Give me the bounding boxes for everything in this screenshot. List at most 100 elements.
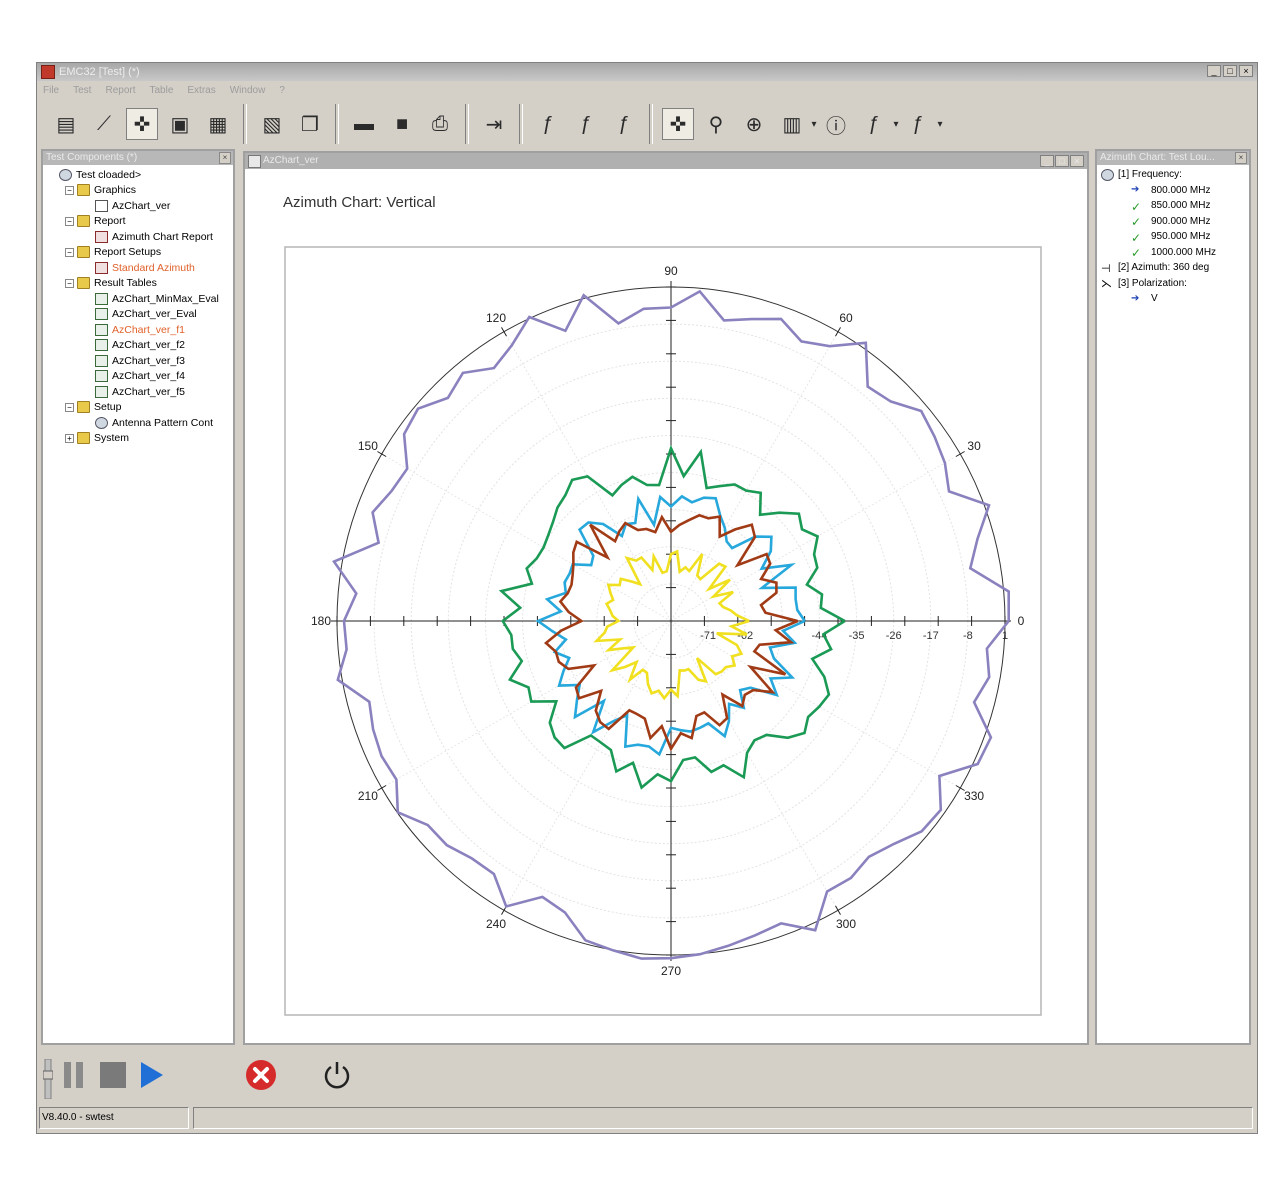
angle-label: 150 — [358, 439, 378, 453]
abort-button[interactable] — [243, 1057, 279, 1093]
parameter-item[interactable]: ⊣ [2] Azimuth: 360 deg — [1099, 260, 1249, 276]
tree-item[interactable]: − Graphics — [45, 183, 233, 199]
angle-label: 0 — [1018, 614, 1025, 628]
table-icon — [95, 370, 108, 383]
chart-window-header: AzChart_ver _ □ × — [245, 153, 1087, 169]
close-button[interactable]: × — [1239, 65, 1253, 77]
tree-item[interactable]: − Report — [45, 214, 233, 230]
pause-button[interactable] — [61, 1057, 87, 1093]
measure-f5-icon[interactable]: ƒ — [902, 108, 934, 140]
tree-item[interactable]: Standard Azimuth — [45, 260, 233, 276]
tree-item-label: Setup — [94, 401, 122, 414]
minimize-button[interactable]: _ — [1207, 65, 1221, 77]
parameter-item[interactable]: ✓ 900.000 MHz — [1099, 214, 1249, 229]
tree-item-label: 850.000 MHz — [1151, 200, 1211, 212]
dropdown3-icon[interactable]: ▾ — [935, 108, 945, 140]
tree-item[interactable]: AzChart_ver_f3 — [45, 353, 233, 369]
dropdown2-icon[interactable]: ▾ — [891, 108, 901, 140]
tree-item[interactable]: AzChart_ver_Eval — [45, 307, 233, 323]
tree-item-label: 1000.000 MHz — [1151, 246, 1217, 258]
menu-report[interactable]: Report — [105, 85, 135, 96]
tree-item[interactable]: Azimuth Chart Report — [45, 229, 233, 245]
tree-item[interactable]: AzChart_ver_f4 — [45, 369, 233, 385]
panel-close-button[interactable]: × — [1235, 152, 1247, 164]
tree-item-label: V — [1151, 293, 1158, 305]
expand-toggle[interactable]: − — [65, 278, 74, 288]
antenna-setup-icon[interactable]: ✜ — [126, 108, 158, 140]
parameter-tree: [1] Frequency: ➔ 800.000 MHz ✓ 850.000 MHz ✓ 9… — [1099, 167, 1249, 1043]
title-bar: EMC32 [Test] (*) _ □ × — [37, 63, 1257, 81]
expand-toggle[interactable]: − — [65, 185, 74, 195]
expand-toggle[interactable]: − — [65, 216, 74, 226]
tree-item[interactable]: AzChart_MinMax_Eval — [45, 291, 233, 307]
slider-handle[interactable] — [43, 1059, 53, 1099]
table-view-icon[interactable]: ▦ — [202, 108, 234, 140]
measure-f3-icon[interactable]: ƒ — [608, 108, 640, 140]
print-icon[interactable]: ⎙ — [424, 108, 456, 140]
tree-item[interactable]: − Result Tables — [45, 276, 233, 292]
menu-table[interactable]: Table — [149, 85, 173, 96]
chart-minimize-button[interactable]: _ — [1040, 155, 1054, 167]
parameter-item[interactable]: ✓ 950.000 MHz — [1099, 229, 1249, 245]
menu-file[interactable]: File — [43, 85, 59, 96]
radial-tick-label: -71 — [700, 630, 716, 642]
angle-tick — [377, 451, 387, 457]
tree-item[interactable]: AzChart_ver_f2 — [45, 338, 233, 354]
panel-close-button[interactable]: × — [219, 152, 231, 164]
chart-close-button[interactable]: × — [1070, 155, 1084, 167]
parameter-item[interactable]: ✓ 850.000 MHz — [1099, 198, 1249, 214]
tree-item-label: AzChart_ver_f5 — [112, 385, 185, 398]
chart-maximize-button[interactable]: □ — [1055, 155, 1069, 167]
tree-item[interactable]: AzChart_ver — [45, 198, 233, 214]
play-button[interactable] — [135, 1057, 167, 1093]
test-explorer-icon[interactable]: ▤ — [50, 108, 82, 140]
tree-item[interactable]: Antenna Pattern Cont — [45, 415, 233, 431]
tree-item[interactable]: − Setup — [45, 400, 233, 416]
tree-item[interactable]: + System — [45, 431, 233, 447]
tree-item-label: AzChart_MinMax_Eval — [112, 292, 219, 305]
power-button[interactable] — [319, 1057, 355, 1093]
parameter-item[interactable]: ➔ V — [1099, 291, 1249, 307]
tree-item-label: Report — [94, 215, 126, 228]
stop-button[interactable] — [97, 1057, 129, 1093]
tree-item-label: AzChart_ver_f4 — [112, 370, 185, 383]
tree-item[interactable]: AzChart_ver_f5 — [45, 384, 233, 400]
measure-f-icon[interactable]: ƒ — [532, 108, 564, 140]
maximize-button[interactable]: □ — [1223, 65, 1237, 77]
parameter-item[interactable]: ⋋ [3] Polarization: — [1099, 276, 1249, 292]
parameter-item[interactable]: ➔ 800.000 MHz — [1099, 183, 1249, 199]
report-icon[interactable]: ▧ — [256, 108, 288, 140]
measure-f2-icon[interactable]: ƒ — [570, 108, 602, 140]
tree-item-label: Report Setups — [94, 246, 162, 259]
copy-icon[interactable]: ❐ — [294, 108, 326, 140]
dropdown-icon[interactable]: ▾ — [809, 108, 819, 140]
parameter-item[interactable]: ✓ 1000.000 MHz — [1099, 245, 1249, 260]
open-folder-icon[interactable]: ▬ — [348, 108, 380, 140]
azimuth-settings-panel: Azimuth Chart: Test Lou... × [1] Frequen… — [1095, 149, 1251, 1045]
measure-f4-icon[interactable]: ƒ — [858, 108, 890, 140]
menu-window[interactable]: Window — [230, 85, 266, 96]
tree-item[interactable]: Test cloaded> — [45, 167, 233, 183]
menu-help[interactable]: ? — [279, 85, 285, 96]
parameter-item[interactable]: [1] Frequency: — [1099, 167, 1249, 183]
tree-item-label: System — [94, 432, 130, 445]
expand-toggle[interactable]: − — [65, 402, 74, 412]
table-icon — [95, 308, 108, 321]
info-icon[interactable]: ⓘ — [820, 108, 852, 140]
tree-item[interactable]: AzChart_ver_f1 — [45, 322, 233, 338]
clipboard-icon[interactable]: ▥ — [776, 108, 808, 140]
graphic-icon[interactable]: ⟋ — [88, 108, 120, 140]
test-components-header: Test Components (*) × — [43, 151, 233, 165]
tree-item[interactable]: − Report Setups — [45, 245, 233, 261]
menu-test[interactable]: Test — [73, 85, 91, 96]
save-icon[interactable]: ■ — [386, 108, 418, 140]
positioner-icon[interactable]: ✜ — [662, 108, 694, 140]
expand-toggle[interactable]: + — [65, 433, 74, 443]
zoom-icon[interactable]: ⊕ — [738, 108, 770, 140]
expand-toggle[interactable]: − — [65, 247, 74, 257]
exit-icon[interactable]: ⇥ — [478, 108, 510, 140]
menu-extras[interactable]: Extras — [187, 85, 215, 96]
device-list-icon[interactable]: ▣ — [164, 108, 196, 140]
arrow-icon: ➔ — [1131, 184, 1140, 196]
marker-icon[interactable]: ⚲ — [700, 108, 732, 140]
